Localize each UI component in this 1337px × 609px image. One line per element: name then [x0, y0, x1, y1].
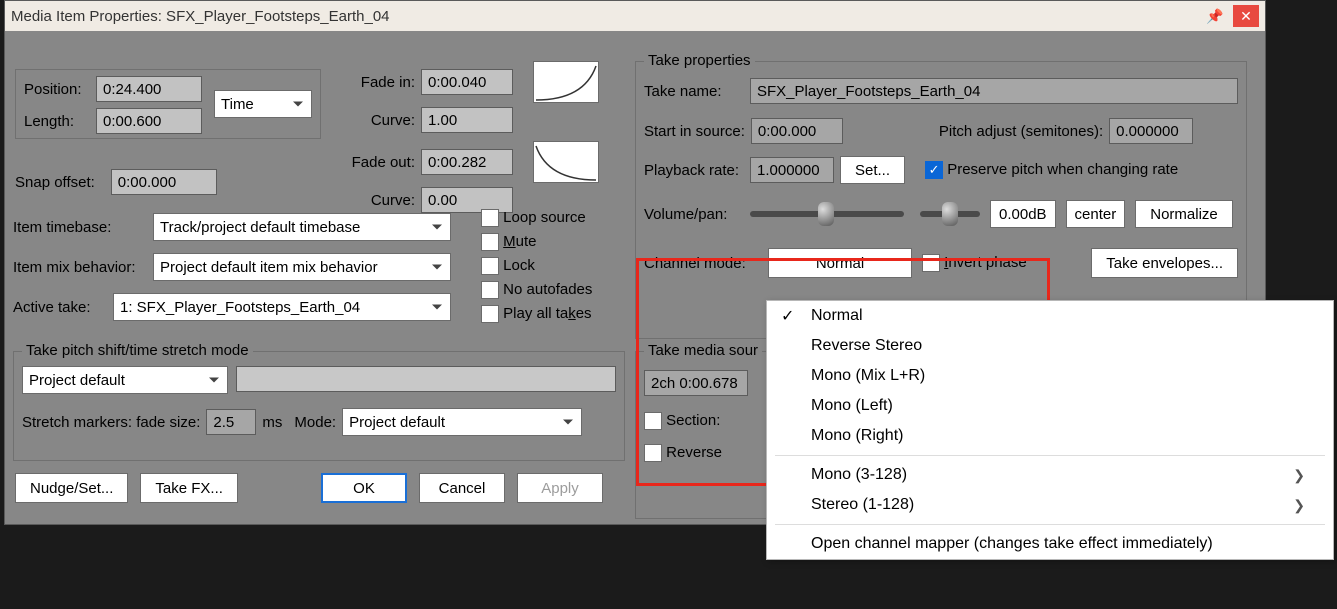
channel-mode-label: Channel mode:: [644, 255, 758, 272]
reverse-label: Reverse: [666, 444, 722, 461]
fadein-field[interactable]: 0:00.040: [421, 69, 513, 95]
active-take-select[interactable]: 1: SFX_Player_Footsteps_Earth_04: [113, 293, 451, 321]
chevron-right-icon: ❯: [1293, 497, 1305, 514]
preserve-pitch-label: Preserve pitch when changing rate: [947, 161, 1178, 178]
dropdown-item-mono-3-128[interactable]: Mono (3-128)❯: [767, 460, 1333, 490]
fadein-curve-label: Curve:: [349, 112, 415, 129]
position-group: Position: 0:24.400 Length: 0:00.600 Time: [15, 69, 321, 139]
time-mode-value: Time: [221, 96, 254, 113]
take-properties-group: Take properties Take name: SFX_Player_Fo…: [635, 61, 1247, 339]
check-icon: ✓: [781, 306, 794, 326]
takefx-button[interactable]: Take FX...: [140, 473, 238, 503]
ms-label: ms: [262, 414, 282, 431]
fade-area: Fade in: 0:00.040 Curve: 1.00 Fade out: …: [349, 61, 599, 213]
fadeout-field[interactable]: 0:00.282: [421, 149, 513, 175]
item-mix-label: Item mix behavior:: [13, 259, 143, 276]
pitch-shift-group: Take pitch shift/time stretch mode Proje…: [13, 351, 625, 461]
snap-offset-field[interactable]: 0:00.000: [111, 169, 217, 195]
loop-source-label: Loop source: [503, 209, 586, 226]
pin-icon[interactable]: 📌: [1205, 8, 1225, 25]
dropdown-item-stereo-1-128[interactable]: Stereo (1-128)❯: [767, 490, 1333, 520]
reverse-checkbox[interactable]: [644, 444, 662, 462]
take-name-label: Take name:: [644, 83, 740, 100]
chevron-right-icon: ❯: [1293, 467, 1305, 484]
volpan-label: Volume/pan:: [644, 206, 740, 223]
dropdown-item-open-mapper[interactable]: Open channel mapper (changes take effect…: [767, 529, 1333, 559]
apply-button: Apply: [517, 473, 603, 503]
channel-mode-dropdown: ✓Normal Reverse Stereo Mono (Mix L+R) Mo…: [766, 300, 1334, 560]
position-field[interactable]: 0:24.400: [96, 76, 202, 102]
invert-phase-label: Invert phase: [944, 254, 1027, 271]
item-timebase-select[interactable]: Track/project default timebase: [153, 213, 451, 241]
item-mix-select[interactable]: Project default item mix behavior: [153, 253, 451, 281]
stretch-size-field[interactable]: 2.5: [206, 409, 256, 435]
dropdown-item-mono-left[interactable]: Mono (Left): [767, 391, 1333, 421]
fadein-label: Fade in:: [349, 74, 415, 91]
normalize-button[interactable]: Normalize: [1135, 200, 1233, 228]
db-button[interactable]: 0.00dB: [990, 200, 1056, 228]
dropdown-item-mono-right[interactable]: Mono (Right): [767, 421, 1333, 451]
preserve-pitch-checkbox[interactable]: ✓: [925, 161, 943, 179]
fadein-curve-field[interactable]: 1.00: [421, 107, 513, 133]
pitch-desc-field[interactable]: [236, 366, 616, 392]
fadeout-curve-icon[interactable]: [533, 141, 599, 183]
dropdown-separator: [775, 524, 1325, 525]
mode-label: Mode:: [294, 414, 336, 431]
fadein-curve-icon[interactable]: [533, 61, 599, 103]
fadeout-label: Fade out:: [349, 154, 415, 171]
play-all-takes-label: Play all takes: [503, 305, 591, 322]
media-source-title: Take media sour: [644, 342, 762, 359]
play-all-takes-checkbox[interactable]: [481, 305, 499, 323]
item-timebase-label: Item timebase:: [13, 219, 143, 236]
pitch-adjust-label: Pitch adjust (semitones):: [939, 123, 1103, 140]
stretch-mode-select[interactable]: Project default: [342, 408, 582, 436]
take-name-field[interactable]: SFX_Player_Footsteps_Earth_04: [750, 78, 1238, 104]
time-mode-select[interactable]: Time: [214, 90, 312, 118]
start-source-label: Start in source:: [644, 123, 745, 140]
pitch-shift-title: Take pitch shift/time stretch mode: [22, 342, 253, 359]
section-checkbox[interactable]: [644, 412, 662, 430]
playback-rate-field[interactable]: 1.000000: [750, 157, 834, 183]
dropdown-separator: [775, 455, 1325, 456]
dropdown-item-reverse-stereo[interactable]: Reverse Stereo: [767, 331, 1333, 361]
volume-slider[interactable]: [750, 211, 904, 217]
take-properties-title: Take properties: [644, 52, 755, 69]
section-label: Section:: [666, 412, 720, 429]
pitch-adjust-field[interactable]: 0.000000: [1109, 118, 1193, 144]
ok-button[interactable]: OK: [321, 473, 407, 503]
mute-checkbox[interactable]: [481, 233, 499, 251]
position-label: Position:: [24, 81, 90, 98]
dropdown-item-mono-mix[interactable]: Mono (Mix L+R): [767, 361, 1333, 391]
pitch-mode-select[interactable]: Project default: [22, 366, 228, 394]
cancel-button[interactable]: Cancel: [419, 473, 505, 503]
no-autofades-checkbox[interactable]: [481, 281, 499, 299]
invert-phase-checkbox[interactable]: [922, 254, 940, 272]
snap-offset-label: Snap offset:: [15, 174, 95, 191]
playback-rate-label: Playback rate:: [644, 162, 744, 179]
center-button[interactable]: center: [1066, 200, 1126, 228]
close-icon[interactable]: ✕: [1233, 5, 1259, 27]
titlebar: Media Item Properties: SFX_Player_Footst…: [5, 1, 1265, 31]
length-field[interactable]: 0:00.600: [96, 108, 202, 134]
no-autofades-label: No autofades: [503, 281, 592, 298]
start-source-field[interactable]: 0:00.000: [751, 118, 843, 144]
active-take-label: Active take:: [13, 299, 103, 316]
fadeout-curve-label: Curve:: [349, 192, 415, 209]
loop-source-checkbox[interactable]: [481, 209, 499, 227]
length-label: Length:: [24, 113, 90, 130]
lock-checkbox[interactable]: [481, 257, 499, 275]
nudge-button[interactable]: Nudge/Set...: [15, 473, 128, 503]
channel-mode-button[interactable]: Normal: [768, 248, 912, 278]
stretch-label: Stretch markers: fade size:: [22, 414, 200, 431]
media-summary-field: 2ch 0:00.678: [644, 370, 748, 396]
take-envelopes-button[interactable]: Take envelopes...: [1091, 248, 1238, 278]
pan-slider[interactable]: [920, 211, 980, 217]
dropdown-item-normal[interactable]: ✓Normal: [767, 301, 1333, 331]
mute-label: Mute: [503, 233, 536, 250]
set-rate-button[interactable]: Set...: [840, 156, 905, 184]
lock-label: Lock: [503, 257, 535, 274]
window-title: Media Item Properties: SFX_Player_Footst…: [11, 8, 1205, 25]
